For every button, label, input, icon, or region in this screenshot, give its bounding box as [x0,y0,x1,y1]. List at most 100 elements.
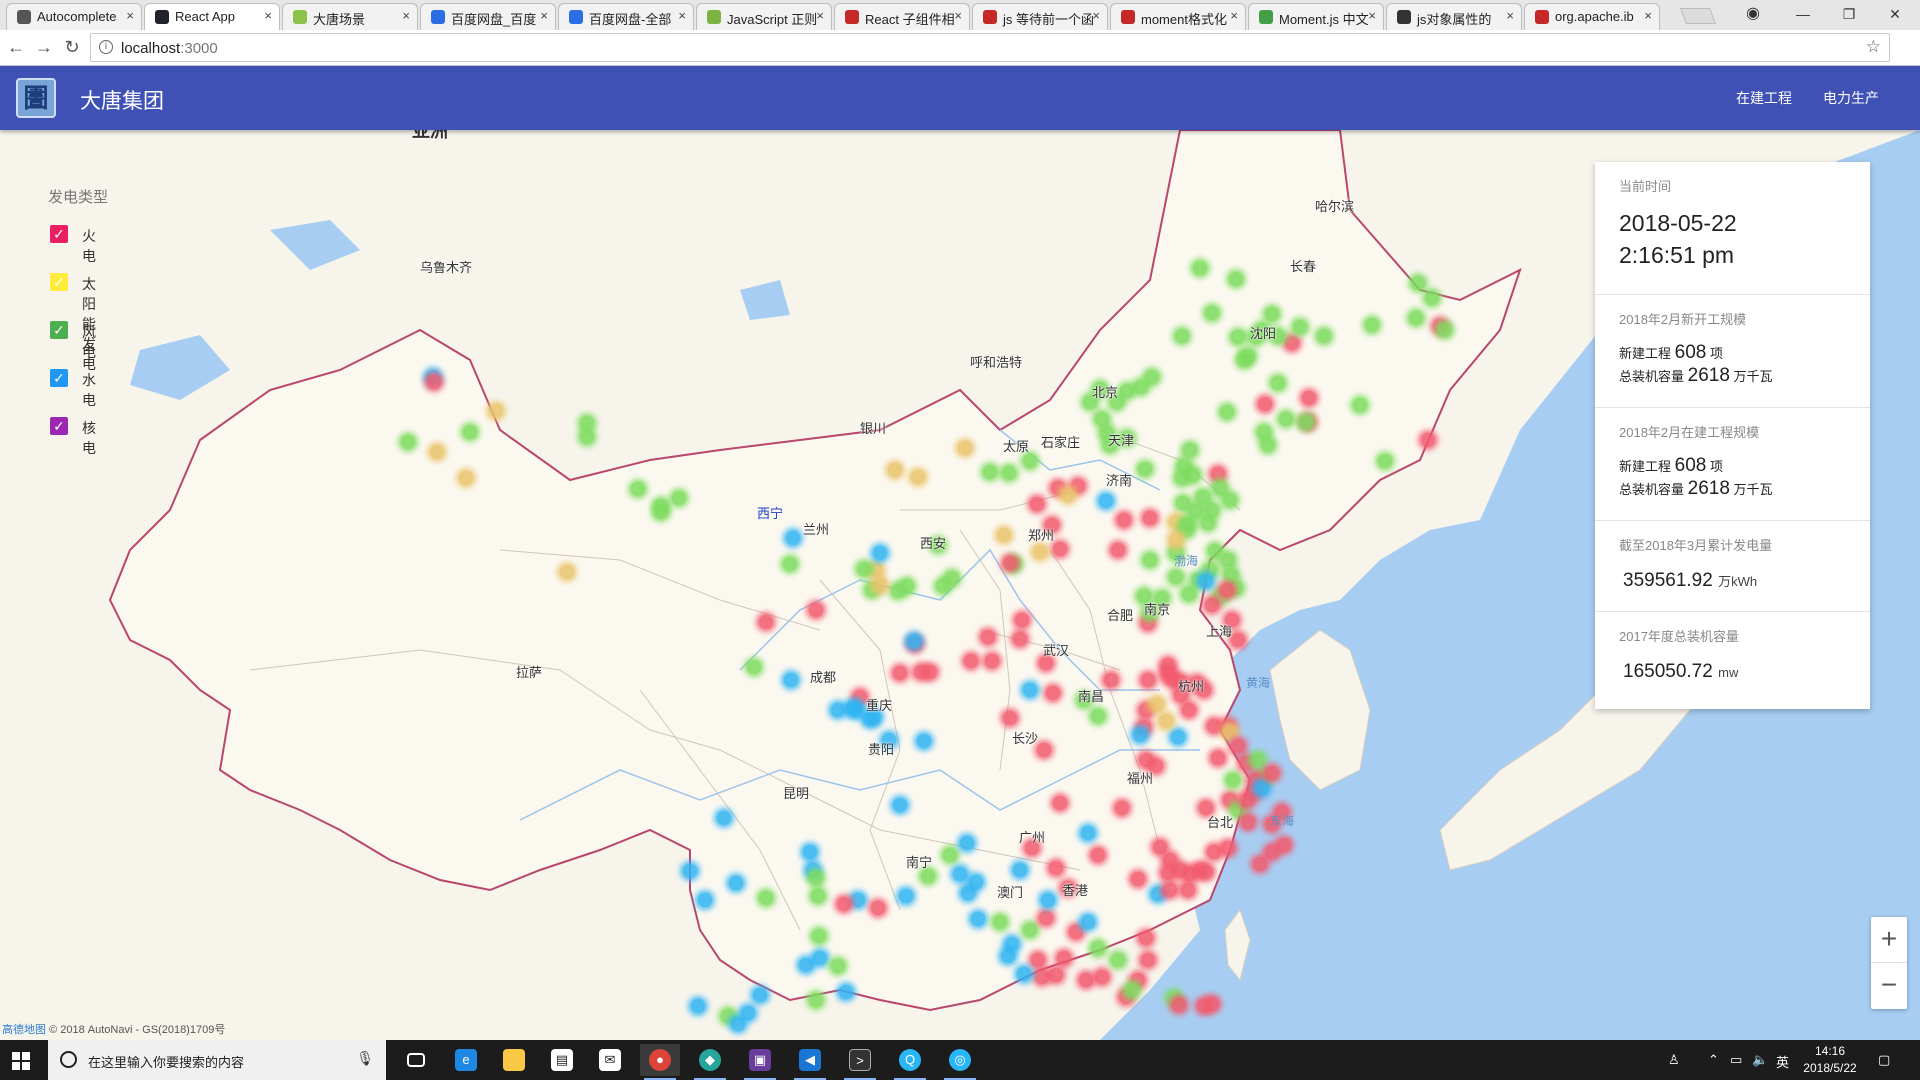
power-station-marker[interactable] [1226,773,1240,787]
power-station-marker[interactable] [1079,973,1093,987]
power-station-marker[interactable] [1193,261,1207,275]
legend-item[interactable]: ✓ 水电 [48,369,108,417]
power-station-marker[interactable] [985,654,999,668]
tray-chevron-icon[interactable]: ⌃ [1708,1052,1719,1068]
power-station-marker[interactable] [430,445,444,459]
power-station-marker[interactable] [953,867,967,881]
legend-checkbox[interactable]: ✓ [50,321,68,339]
new-tab-button[interactable] [1680,8,1716,24]
power-station-marker[interactable] [943,848,957,862]
app-icon-chat[interactable]: ◎ [940,1044,980,1080]
power-station-marker[interactable] [983,465,997,479]
power-station-marker[interactable] [1139,753,1153,767]
power-station-marker[interactable] [1001,949,1015,963]
power-station-marker[interactable] [580,416,594,430]
tab-close-icon[interactable]: × [678,8,686,23]
power-station-marker[interactable] [1049,968,1063,982]
power-station-marker[interactable] [1221,841,1235,855]
power-station-marker[interactable] [1133,728,1147,742]
people-icon[interactable]: ♙ [1668,1052,1680,1068]
back-icon[interactable]: ← [4,36,28,60]
power-station-marker[interactable] [698,893,712,907]
power-station-marker[interactable] [1438,323,1452,337]
power-station-marker[interactable] [981,630,995,644]
power-station-marker[interactable] [1141,673,1155,687]
legend-item[interactable]: ✓ 火电 [48,225,108,273]
power-station-marker[interactable] [911,470,925,484]
power-station-marker[interactable] [1421,433,1435,447]
power-station-marker[interactable] [809,871,823,885]
power-station-marker[interactable] [1003,556,1017,570]
power-station-marker[interactable] [1049,861,1063,875]
power-station-marker[interactable] [1208,544,1222,558]
power-station-marker[interactable] [837,897,851,911]
power-station-marker[interactable] [1099,494,1113,508]
ime-indicator[interactable]: 英 [1776,1052,1789,1071]
power-station-marker[interactable] [1409,311,1423,325]
power-station-marker[interactable] [1175,471,1189,485]
power-station-marker[interactable] [1211,467,1225,481]
power-station-marker[interactable] [1081,915,1095,929]
power-station-marker[interactable] [654,505,668,519]
power-station-marker[interactable] [1224,568,1238,582]
power-station-marker[interactable] [672,491,686,505]
tab-close-icon[interactable]: × [1644,8,1652,23]
power-station-marker[interactable] [1181,883,1195,897]
legend-checkbox[interactable]: ✓ [50,417,68,435]
power-station-marker[interactable] [971,912,985,926]
zoom-out-button[interactable]: − [1871,963,1907,1009]
forward-icon[interactable]: → [32,36,56,60]
power-station-marker[interactable] [1271,376,1285,390]
nav-link-construction[interactable]: 在建工程 [1736,88,1792,108]
power-station-marker[interactable] [1013,632,1027,646]
power-station-marker[interactable] [1169,570,1183,584]
power-station-marker[interactable] [683,864,697,878]
power-station-marker[interactable] [899,889,913,903]
power-station-marker[interactable] [1241,349,1255,363]
power-station-marker[interactable] [969,875,983,889]
power-station-marker[interactable] [799,958,813,972]
power-station-marker[interactable] [1030,497,1044,511]
tab-close-icon[interactable]: × [402,8,410,23]
tab-close-icon[interactable]: × [816,8,824,23]
tab-close-icon[interactable]: × [1506,8,1514,23]
power-station-marker[interactable] [1223,725,1237,739]
power-station-marker[interactable] [813,951,827,965]
power-station-marker[interactable] [1255,781,1269,795]
close-window-button[interactable]: ✕ [1872,0,1918,30]
power-station-marker[interactable] [631,482,645,496]
power-station-marker[interactable] [893,666,907,680]
power-station-marker[interactable] [1205,306,1219,320]
power-station-marker[interactable] [1131,872,1145,886]
power-station-marker[interactable] [1425,291,1439,305]
power-station-marker[interactable] [1159,714,1173,728]
power-station-marker[interactable] [1013,863,1027,877]
power-station-marker[interactable] [1231,330,1245,344]
power-station-marker[interactable] [1153,840,1167,854]
power-station-marker[interactable] [560,565,574,579]
power-station-marker[interactable] [1213,481,1227,495]
power-station-marker[interactable] [1104,673,1118,687]
power-station-marker[interactable] [1035,970,1049,984]
power-station-marker[interactable] [831,959,845,973]
legend-checkbox[interactable]: ✓ [50,369,68,387]
power-station-marker[interactable] [1002,466,1016,480]
power-station-marker[interactable] [731,1017,745,1031]
power-station-marker[interactable] [1221,553,1235,567]
power-station-marker[interactable] [809,603,823,617]
browser-tab[interactable]: React 子组件相 × [834,3,970,30]
power-station-marker[interactable] [1111,543,1125,557]
power-station-marker[interactable] [811,889,825,903]
power-station-marker[interactable] [917,734,931,748]
power-station-marker[interactable] [1285,336,1299,350]
browser-tab[interactable]: moment格式化 × [1110,3,1246,30]
notification-icon[interactable]: ▢ [1878,1052,1890,1068]
power-station-marker[interactable] [1039,911,1053,925]
power-station-marker[interactable] [1061,488,1075,502]
power-station-marker[interactable] [1171,730,1185,744]
power-station-marker[interactable] [803,845,817,859]
power-station-marker[interactable] [759,891,773,905]
tab-close-icon[interactable]: × [954,8,962,23]
power-station-marker[interactable] [960,836,974,850]
power-station-marker[interactable] [1069,925,1083,939]
